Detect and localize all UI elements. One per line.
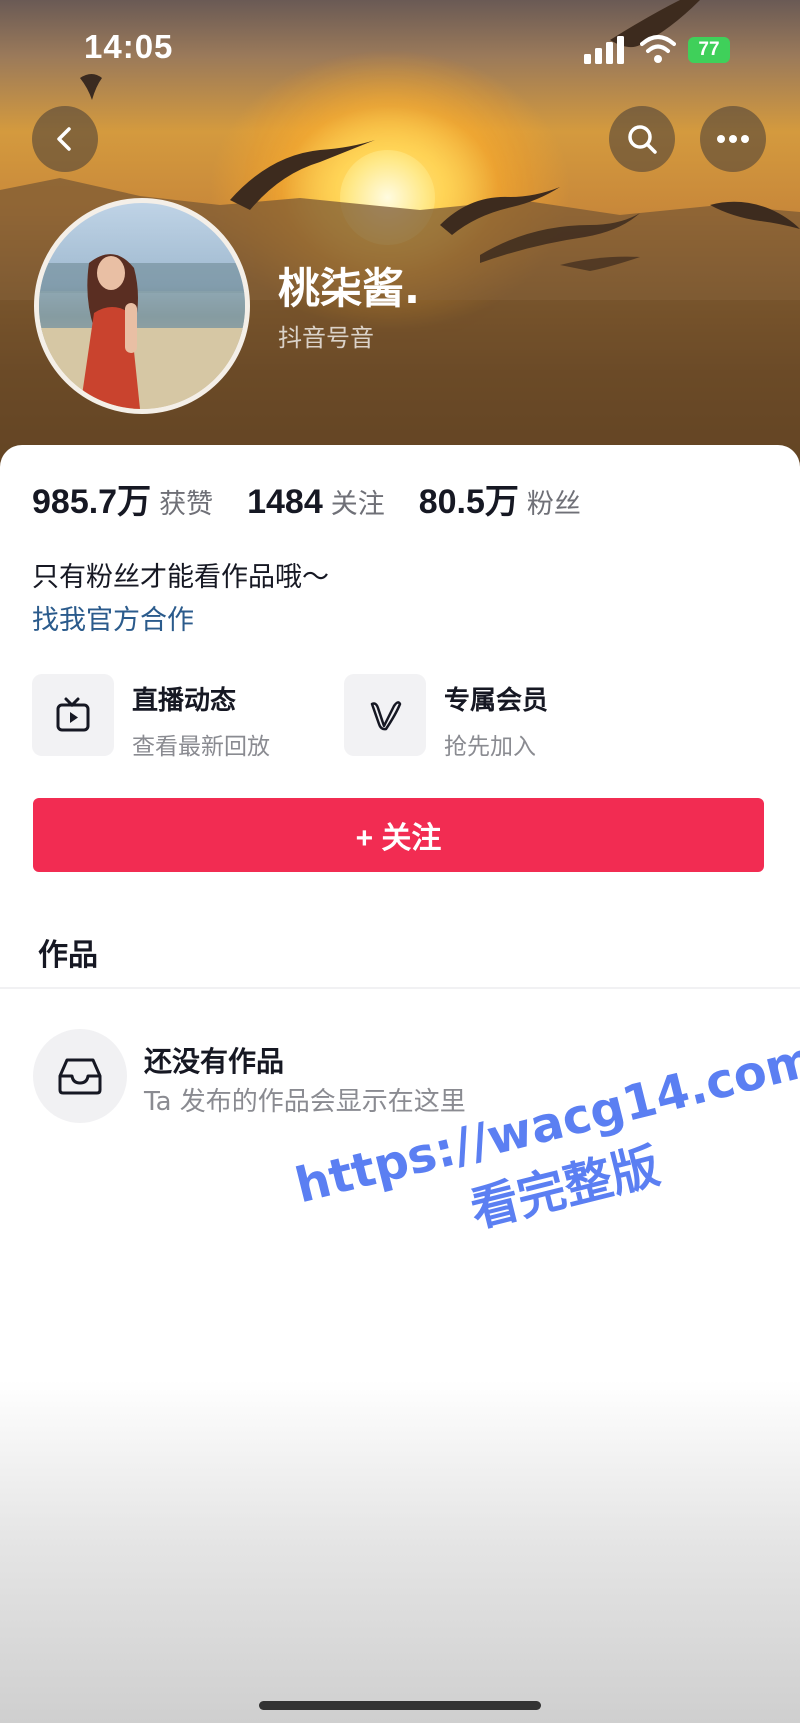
followers-count[interactable]: 80.5万: [419, 474, 519, 523]
profile-bio: 只有粉丝才能看作品哦～: [32, 562, 329, 593]
status-time: 14:05: [84, 28, 174, 65]
wifi-icon: [640, 35, 676, 63]
search-button[interactable]: [609, 106, 675, 172]
membership-feature-icon-box: [344, 674, 426, 756]
empty-works-title: 还没有作品: [144, 1045, 285, 1078]
live-feature-title: 直播动态: [132, 686, 237, 716]
tab-divider: [0, 987, 800, 989]
profile-name: 桃柒酱.: [278, 264, 420, 313]
live-feature-icon-box: [32, 674, 114, 756]
profile-banner: 14:05 77 桃柒酱. 抖音号音: [0, 0, 800, 470]
more-button[interactable]: [700, 106, 766, 172]
cellular-signal-icon: [584, 36, 624, 64]
inbox-icon: [58, 1058, 102, 1095]
back-button[interactable]: [32, 106, 98, 172]
profile-stats: 985.7万 获赞 1484 关注 80.5万 粉丝: [32, 474, 615, 523]
battery-indicator: 77: [688, 37, 730, 63]
chevron-left-icon: [57, 127, 71, 151]
v-member-icon: [370, 701, 402, 731]
followers-label[interactable]: 粉丝: [527, 482, 581, 521]
business-contact-link[interactable]: 找我官方合作: [32, 598, 194, 637]
avatar[interactable]: [34, 198, 250, 414]
profile-sub-label: 抖音号音: [278, 324, 374, 352]
avatar-photo: [39, 254, 245, 409]
status-bar: 14:05 77: [0, 0, 800, 100]
tab-works[interactable]: 作品: [38, 930, 98, 974]
membership-feature-subtitle: 抢先加入: [444, 734, 536, 760]
membership-feature-title: 专属会员: [444, 686, 549, 716]
likes-count: 985.7万: [32, 483, 152, 521]
following-count[interactable]: 1484: [247, 483, 323, 522]
empty-works-icon-circle: [33, 1029, 127, 1123]
membership-feature-card[interactable]: 专属会员 抢先加入: [344, 674, 549, 760]
likes-label: 获赞: [159, 489, 214, 520]
follow-button[interactable]: + 关注: [33, 798, 764, 872]
tv-play-icon: [56, 697, 90, 732]
following-label[interactable]: 关注: [331, 482, 385, 521]
search-icon: [628, 125, 657, 154]
bottom-fade: [0, 1380, 800, 1723]
home-indicator[interactable]: [259, 1701, 541, 1710]
live-feature-card[interactable]: 直播动态 查看最新回放: [32, 674, 270, 760]
live-feature-subtitle: 查看最新回放: [132, 734, 270, 760]
empty-works-subtitle: Ta 发布的作品会显示在这里: [144, 1087, 466, 1117]
more-dots-icon: [717, 135, 749, 143]
